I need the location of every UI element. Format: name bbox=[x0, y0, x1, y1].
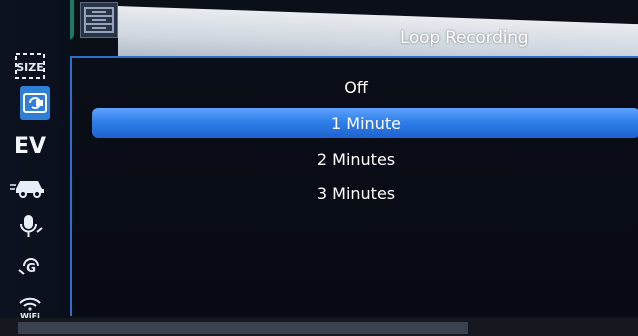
gsensor-icon-label: G bbox=[26, 261, 36, 275]
page-title: Loop Recording bbox=[400, 28, 529, 48]
options-panel: Off 1 Minute 2 Minutes 3 Minutes bbox=[70, 56, 638, 316]
option-1-minute[interactable]: 1 Minute bbox=[92, 108, 638, 138]
sidebar-item-loop-recording[interactable] bbox=[20, 86, 50, 120]
sidebar-item-audio[interactable] bbox=[8, 208, 52, 244]
bottom-strip bbox=[18, 322, 468, 334]
exposure-icon: EV bbox=[13, 133, 47, 159]
settings-list-icon bbox=[84, 7, 114, 33]
sidebar-item-gsensor[interactable]: G bbox=[8, 248, 52, 284]
sidebar: SIZE EV G WiFi bbox=[0, 0, 70, 336]
car-icon bbox=[10, 181, 44, 198]
option-3-minutes[interactable]: 3 Minutes bbox=[72, 178, 638, 208]
loop-recording-icon bbox=[23, 93, 47, 113]
tab-system-settings[interactable] bbox=[80, 2, 118, 38]
tab-bar: Loop Recording bbox=[0, 0, 638, 79]
wifi-icon: WiFi bbox=[19, 297, 41, 321]
camera-menu-screen: Loop Recording SIZE EV G WiFi Off 1 Minu… bbox=[0, 0, 638, 336]
gsensor-icon: G bbox=[18, 258, 39, 275]
size-icon: SIZE bbox=[15, 53, 45, 79]
option-2-minutes[interactable]: 2 Minutes bbox=[72, 144, 638, 174]
sidebar-item-size[interactable]: SIZE bbox=[8, 48, 52, 84]
microphone-icon bbox=[20, 215, 43, 237]
sidebar-item-parking[interactable] bbox=[8, 168, 52, 204]
size-icon-label: SIZE bbox=[16, 61, 44, 74]
sidebar-item-exposure[interactable]: EV bbox=[8, 128, 52, 164]
option-off[interactable]: Off bbox=[72, 72, 638, 102]
